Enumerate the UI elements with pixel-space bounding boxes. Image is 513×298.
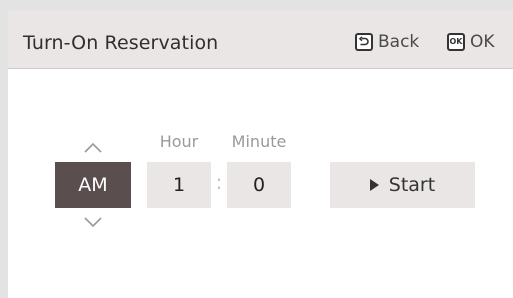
ampm-selector[interactable]: AM [55,162,131,208]
chevron-down-icon [84,217,102,228]
hour-field[interactable]: 1 [147,162,211,208]
time-separator: : [215,170,223,194]
back-button[interactable]: Back [355,29,419,55]
play-icon [369,179,379,191]
ok-key-icon: OK [447,33,465,51]
start-button[interactable]: Start [330,162,475,208]
back-arrow-icon [355,33,373,51]
ok-label: OK [470,32,495,52]
back-label: Back [378,32,420,52]
chevron-up-icon [84,142,102,153]
minute-label: Minute [231,132,287,151]
ampm-up-button[interactable] [83,139,103,153]
minute-field[interactable]: 0 [227,162,291,208]
ok-key-icon-text: OK [449,37,463,46]
ampm-down-button[interactable] [83,213,103,228]
ok-button[interactable]: OK OK [447,29,495,55]
start-label: Start [388,174,436,196]
dialog-title: Turn-On Reservation [23,32,219,54]
hour-label: Hour [159,132,199,151]
